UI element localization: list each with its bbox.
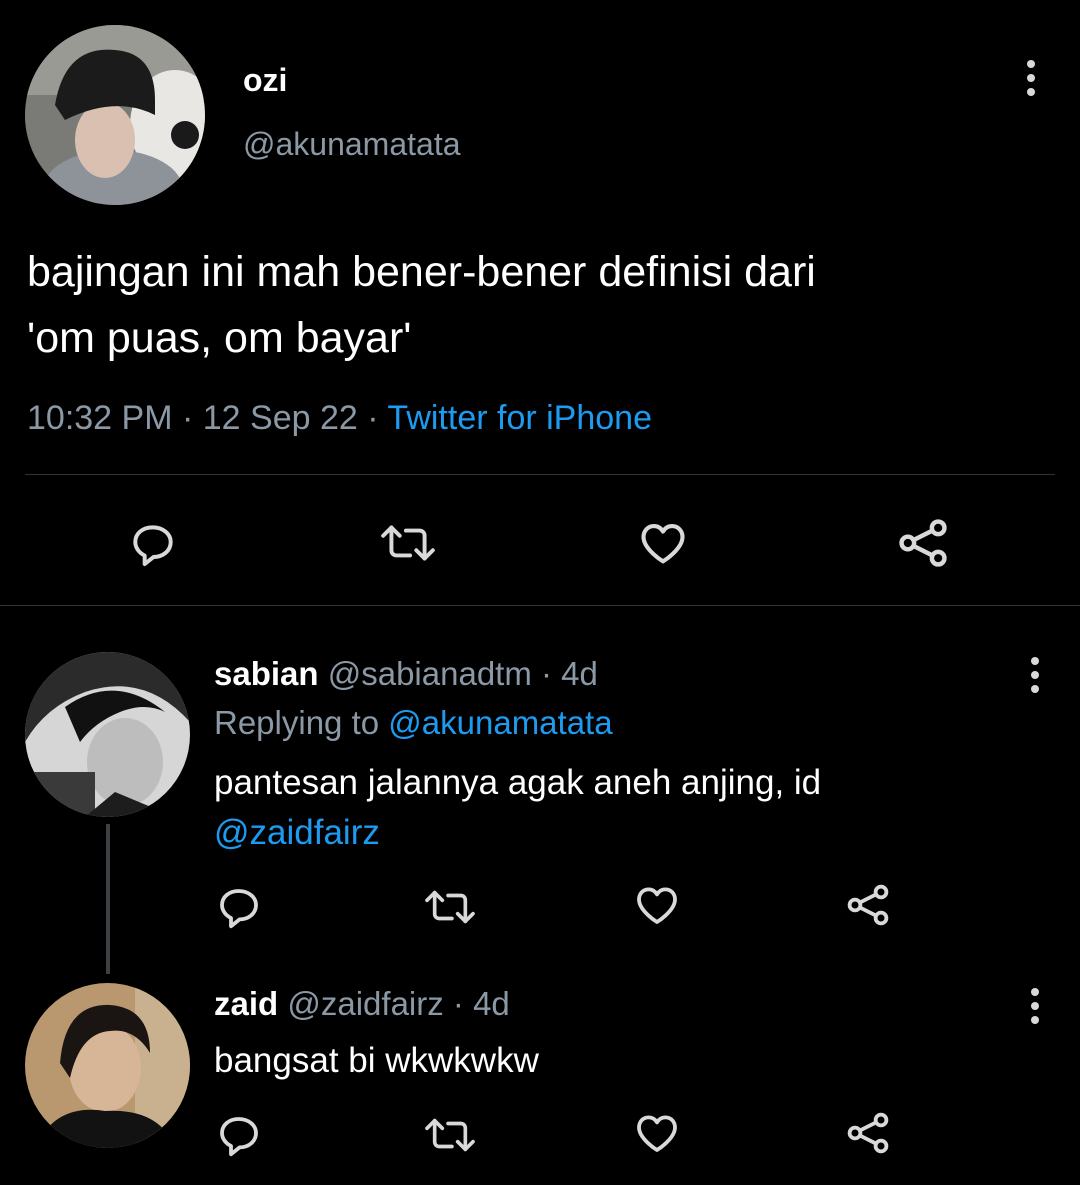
retweet-icon[interactable] (422, 882, 478, 932)
main-author-avatar[interactable] (25, 25, 205, 205)
replying-to-mention[interactable]: @akunamatata (388, 704, 612, 741)
tweet-time: 10:32 PM (27, 399, 173, 437)
main-author-handle[interactable]: @akunamatata (243, 126, 461, 162)
reply-author-avatar[interactable] (25, 983, 190, 1148)
reply-header: sabian @sabianadtm · 4d (214, 654, 598, 694)
reply-icon[interactable] (213, 1108, 265, 1160)
divider (0, 605, 1080, 606)
tweet-source-link[interactable]: Twitter for iPhone (387, 399, 652, 437)
like-icon[interactable] (632, 880, 682, 930)
replying-to-prefix: Replying to (214, 704, 380, 741)
reply-mention-link[interactable]: @zaidfairz (214, 812, 380, 854)
reply-icon[interactable] (125, 515, 181, 571)
divider (25, 474, 1055, 475)
reply-text-line1: pantesan jalannya agak aneh anjing, id (214, 763, 822, 802)
replying-to-line: Replying to @akunamatata (214, 703, 613, 743)
main-tweet-text-line2: 'om puas, om bayar' (27, 314, 412, 362)
thread-line (106, 824, 110, 974)
reply-author-avatar[interactable] (25, 652, 190, 817)
reply-author-handle[interactable]: @zaidfairz (287, 985, 443, 1022)
share-icon[interactable] (893, 513, 953, 573)
meta-separator: · (181, 399, 194, 437)
reply-author-name[interactable]: sabian (214, 655, 319, 692)
reply-more-options-icon[interactable] (1029, 657, 1041, 693)
retweet-icon[interactable] (378, 515, 438, 571)
main-author-name[interactable]: ozi (243, 62, 287, 98)
reply-more-options-icon[interactable] (1029, 988, 1041, 1024)
reply-age: · 4d (541, 655, 598, 692)
reply-author-handle[interactable]: @sabianadtm (328, 655, 532, 692)
main-tweet-text-line1: bajingan ini mah bener-bener definisi da… (27, 248, 816, 296)
reply-text-line1: bangsat bi wkwkwkw (214, 1041, 539, 1080)
avatar-photo (25, 652, 190, 817)
like-icon[interactable] (632, 1108, 682, 1158)
tweet-meta: 10:32 PM · 12 Sep 22 · Twitter for iPhon… (27, 398, 652, 438)
reply-header: zaid @zaidfairz · 4d (214, 984, 510, 1024)
retweet-icon[interactable] (422, 1110, 478, 1160)
avatar-photo (25, 25, 205, 205)
main-more-options-icon[interactable] (1025, 60, 1037, 96)
share-icon[interactable] (843, 1108, 893, 1158)
reply-age: · 4d (452, 985, 510, 1022)
share-icon[interactable] (843, 880, 893, 930)
reply-icon[interactable] (213, 880, 265, 932)
avatar-photo (25, 983, 190, 1148)
tweet-date: 12 Sep 22 (202, 399, 358, 437)
meta-separator: · (367, 399, 379, 437)
like-icon[interactable] (634, 515, 692, 571)
reply-author-name[interactable]: zaid (214, 985, 278, 1022)
